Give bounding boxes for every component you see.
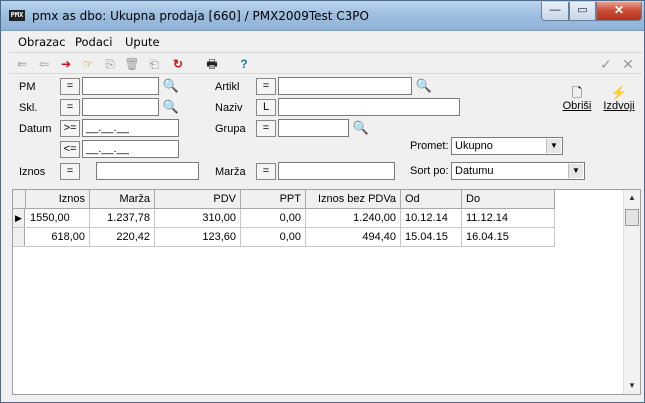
pm-input[interactable] [82, 77, 159, 95]
pointing-hand-icon[interactable]: ☞ [79, 56, 97, 72]
header-ppt[interactable]: PPT [241, 190, 306, 209]
menu-podaci[interactable]: Podaci [75, 35, 112, 49]
title-bar[interactable]: PMX pmx as dbo: Ukupna prodaja [660] / P… [1, 1, 644, 31]
chevron-down-icon: ▼ [546, 139, 561, 153]
header-marza[interactable]: Marža [90, 190, 155, 209]
promet-value: Ukupno [455, 140, 493, 152]
header-pdv[interactable]: PDV [155, 190, 241, 209]
marza-input[interactable] [278, 162, 395, 180]
vertical-scrollbar[interactable]: ▲ ▼ [623, 190, 640, 394]
datum-from-operator-button[interactable]: >= [60, 120, 80, 137]
grupa-input[interactable] [278, 119, 349, 137]
copy-icon[interactable]: ⎘ [101, 56, 119, 72]
iznos-label: Iznos [19, 166, 46, 178]
cell-iznos-bez-pdva[interactable]: 1.240,00 [306, 209, 401, 228]
datum-from-input[interactable]: __.__.__ [82, 119, 179, 137]
clear-page-icon: 🗋 [571, 85, 583, 100]
artikl-search-icon[interactable]: 🔍 [414, 77, 434, 95]
marza-label: Marža [215, 166, 246, 178]
current-row-indicator: ▶ [13, 209, 25, 228]
app-icon: PMX [9, 10, 25, 21]
datum-to-operator-button[interactable]: <= [60, 141, 80, 158]
datum-label: Datum [19, 123, 52, 135]
cell-marza[interactable]: 1.237,78 [90, 209, 155, 228]
grupa-operator-button[interactable]: = [256, 120, 276, 137]
filter-form: PM = 🔍 Skl. = 🔍 Datum >= __.__.__ <= __.… [9, 75, 642, 187]
delete-icon[interactable]: 🗑 [123, 56, 141, 72]
izdvoji-label: Izdvoji [603, 100, 635, 112]
cell-iznos-bez-pdva[interactable]: 494,40 [306, 228, 401, 247]
header-corner [13, 190, 26, 209]
promet-label: Promet: [410, 140, 449, 152]
pm-search-icon[interactable]: 🔍 [161, 77, 181, 95]
cell-pdv[interactable]: 123,60 [155, 228, 241, 247]
skl-input[interactable] [82, 98, 159, 116]
pm-operator-button[interactable]: = [60, 78, 80, 95]
cell-marza[interactable]: 220,42 [90, 228, 155, 247]
print-icon[interactable]: 🖶 [203, 56, 221, 72]
marza-operator-button[interactable]: = [256, 163, 276, 180]
artikl-input[interactable] [278, 77, 412, 95]
promet-select[interactable]: Ukupno ▼ [451, 137, 563, 155]
scroll-up-icon[interactable]: ▲ [624, 190, 640, 206]
iznos-operator-button[interactable]: = [60, 163, 80, 180]
naziv-operator-button[interactable]: L [256, 99, 276, 116]
skl-search-icon[interactable]: 🔍 [161, 98, 181, 116]
header-od[interactable]: Od [401, 190, 462, 209]
cell-pdv[interactable]: 310,00 [155, 209, 241, 228]
naziv-input[interactable] [278, 98, 460, 116]
row-indicator [13, 228, 25, 247]
window-title: pmx as dbo: Ukupna prodaja [660] / PMX20… [32, 9, 369, 23]
header-iznos-bez-pdva[interactable]: Iznos bez PDVa [306, 190, 401, 209]
grupa-search-icon[interactable]: 🔍 [351, 119, 371, 137]
artikl-operator-button[interactable]: = [256, 78, 276, 95]
cell-od[interactable]: 15.04.15 [401, 228, 462, 247]
obrisi-label: Obriši [562, 100, 592, 112]
artikl-label: Artikl [215, 81, 240, 93]
skl-label: Skl. [19, 102, 38, 114]
cell-iznos[interactable]: 1550,00 [26, 209, 90, 228]
menu-bar: Obrazac Podaci Upute [9, 32, 642, 51]
sort-select[interactable]: Datumu ▼ [451, 162, 585, 180]
app-window: PMX pmx as dbo: Ukupna prodaja [660] / P… [0, 0, 645, 403]
scroll-thumb[interactable] [625, 209, 639, 226]
cell-ppt[interactable]: 0,00 [241, 209, 306, 228]
help-icon[interactable]: ? [235, 56, 253, 72]
cell-iznos[interactable]: 618,00 [26, 228, 90, 247]
minimize-button[interactable]: — [541, 2, 569, 21]
toolbar: ⇐ ⇦ ➔ ☞ ⎘ 🗑 ⎗ ↻ 🖶 ? ✓ ✕ [9, 52, 642, 74]
lightning-icon: ⚡ [610, 85, 628, 100]
pm-label: PM [19, 81, 36, 93]
header-iznos[interactable]: Iznos [26, 190, 90, 209]
menu-obrazac[interactable]: Obrazac [18, 35, 66, 49]
confirm-icon[interactable]: ✓ [597, 56, 615, 72]
cell-do[interactable]: 16.04.15 [462, 228, 555, 247]
cancel-icon[interactable]: ✕ [619, 56, 637, 72]
cell-od[interactable]: 10.12.14 [401, 209, 462, 228]
maximize-button[interactable]: ▭ [569, 2, 596, 21]
chevron-down-icon: ▼ [568, 164, 583, 178]
sort-label: Sort po: [410, 165, 449, 177]
skl-operator-button[interactable]: = [60, 99, 80, 116]
iznos-input[interactable] [96, 162, 199, 180]
scroll-down-icon[interactable]: ▼ [624, 378, 640, 394]
obrisi-button[interactable]: 🗋 Obriši [557, 85, 597, 112]
naziv-label: Naziv [215, 102, 243, 114]
grupa-label: Grupa [215, 123, 246, 135]
sort-value: Datumu [455, 165, 494, 177]
first-record-icon[interactable]: ⇐ [13, 56, 31, 72]
cell-ppt[interactable]: 0,00 [241, 228, 306, 247]
results-grid: Iznos Marža PDV PPT Iznos bez PDVa Od Do… [12, 189, 641, 395]
prev-record-icon[interactable]: ⇦ [35, 56, 53, 72]
close-button[interactable]: ✕ [596, 2, 642, 21]
duplicate-icon[interactable]: ⎗ [145, 56, 163, 72]
datum-to-input[interactable]: __.__.__ [82, 140, 179, 158]
header-do[interactable]: Do [462, 190, 555, 209]
menu-upute[interactable]: Upute [125, 35, 160, 49]
izdvoji-button[interactable]: ⚡ Izdvoji [599, 85, 639, 112]
next-record-icon[interactable]: ➔ [57, 56, 75, 72]
refresh-icon[interactable]: ↻ [169, 56, 187, 72]
cell-do[interactable]: 11.12.14 [462, 209, 555, 228]
